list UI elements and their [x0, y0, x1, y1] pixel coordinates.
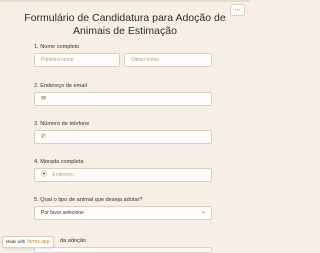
forms-app-logo: forms.app [27, 239, 50, 245]
question-label: 5. Qual o tipo de animal que deseja adot… [34, 197, 143, 203]
menu-button[interactable]: ⋯ [230, 4, 245, 16]
first-name-placeholder: Primeiro nome [41, 57, 74, 63]
question-6-label: da adoção [60, 238, 87, 244]
animal-type-select[interactable]: Por favor selecione ⌄ [34, 206, 212, 220]
last-name-placeholder: Último nome [131, 57, 160, 63]
question-label: 2. Endereço de email [34, 83, 87, 89]
address-placeholder: Endereço [52, 172, 74, 178]
email-field[interactable]: ✉ [34, 92, 212, 106]
question-full-name: 1. Nome completo [34, 44, 79, 50]
phone-icon: ✆ [41, 134, 47, 140]
location-pin-icon: ⦿ [41, 172, 48, 178]
question-label: 4. Morada completa [34, 159, 84, 165]
question-label: 1. Nome completo [34, 44, 80, 50]
address-field[interactable]: ⦿ Endereço [34, 168, 212, 182]
phone-field[interactable]: ✆ [34, 130, 212, 144]
first-name-input[interactable]: Primeiro nome [34, 53, 120, 67]
last-name-input[interactable]: Último nome [124, 53, 212, 67]
ellipsis-icon: ⋯ [234, 8, 241, 14]
select-value: Por favor selecione [41, 210, 84, 216]
made-with-badge[interactable]: Made with forms.app [2, 236, 54, 248]
badge-text: Made with [6, 239, 26, 244]
question-6-input[interactable] [34, 247, 212, 253]
question-label: 3. Número de telefone [34, 121, 90, 127]
question-animal-type: 5. Qual o tipo de animal que deseja adot… [34, 197, 143, 203]
question-address: 4. Morada completa [34, 159, 83, 165]
mail-icon: ✉ [41, 96, 47, 102]
top-bar [0, 0, 250, 2]
question-phone: 3. Número de telefone [34, 121, 89, 127]
question-email: 2. Endereço de email [34, 83, 87, 89]
form-title: Formulário de Candidatura para Adoção de… [24, 12, 226, 37]
chevron-down-icon: ⌄ [200, 209, 206, 215]
